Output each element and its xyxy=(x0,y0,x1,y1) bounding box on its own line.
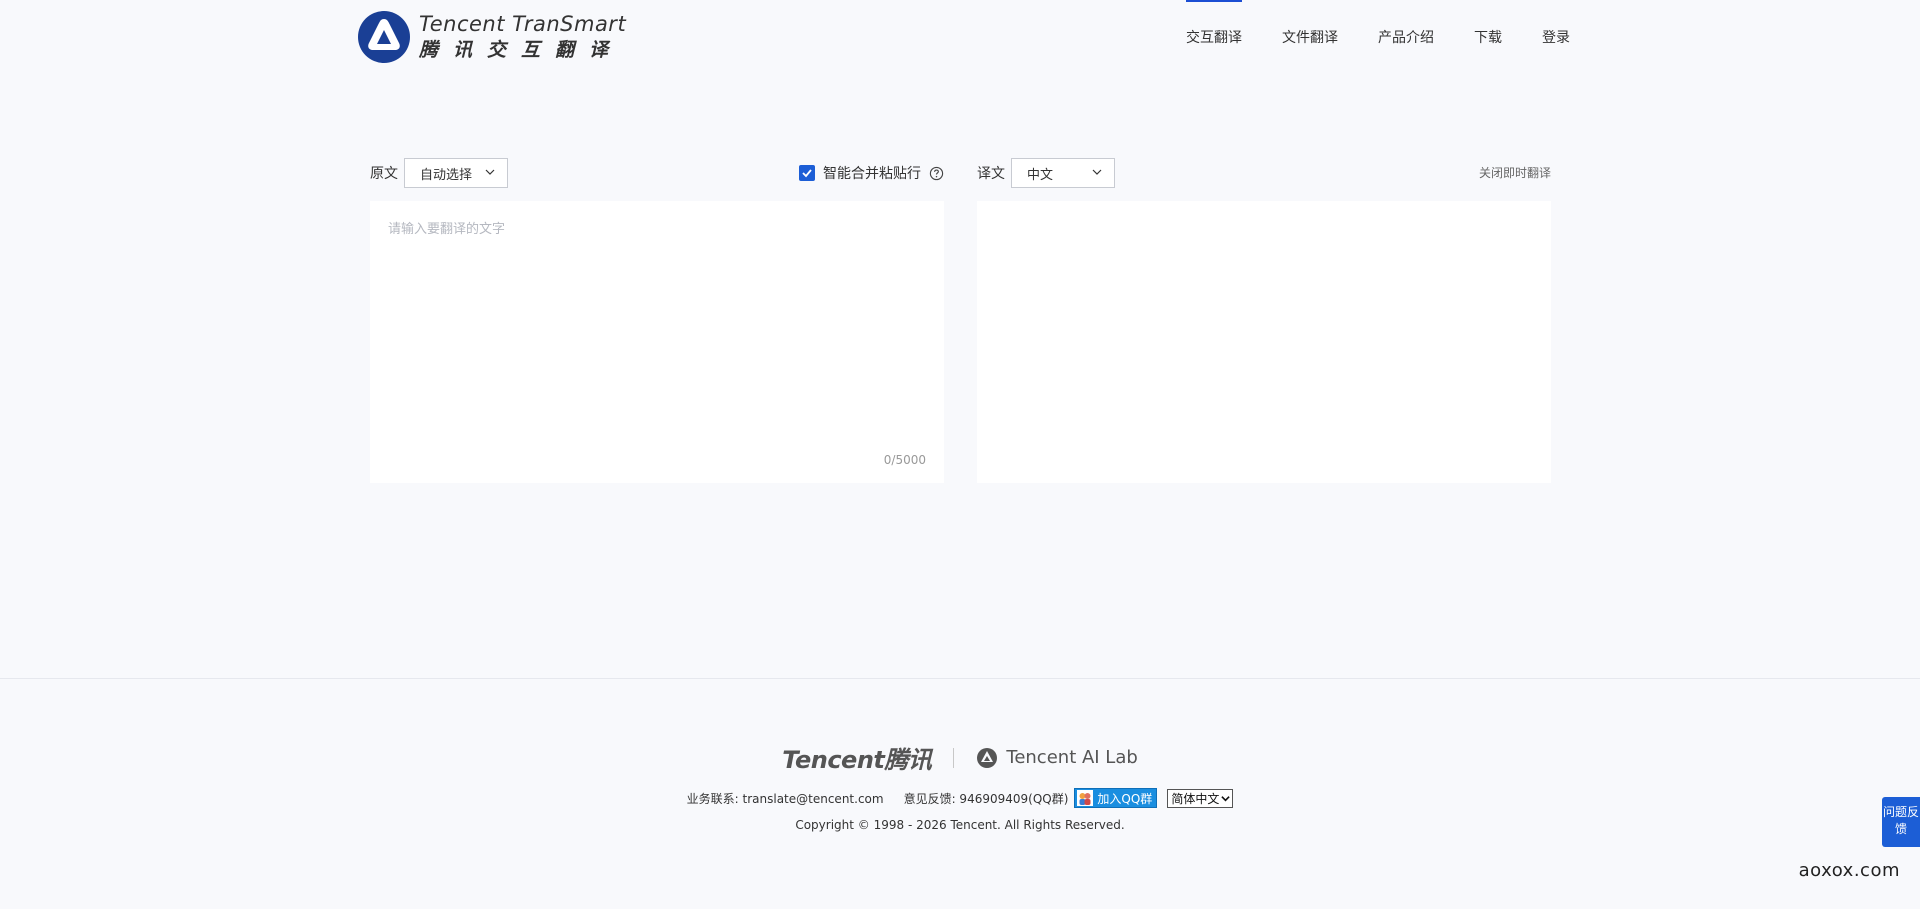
source-label: 原文 xyxy=(370,166,398,182)
nav-interactive-translation[interactable]: 交互翻译 xyxy=(1186,0,1242,76)
source-panel: 原文 自动选择 智能合并粘贴行 请输入要翻译的文字 0/5000 xyxy=(370,157,944,483)
source-toolbar: 原文 自动选择 智能合并粘贴行 xyxy=(370,157,944,189)
join-qq-group-label: 加入QQ群 xyxy=(1097,791,1153,806)
chevron-down-icon xyxy=(485,169,495,175)
copyright: Copyright © 1998 - 2026 Tencent. All Rig… xyxy=(795,818,1125,832)
merge-paste-checkbox[interactable] xyxy=(799,165,815,181)
source-textbox: 0/5000 xyxy=(370,201,944,483)
target-panel: 译文 中文 关闭即时翻译 xyxy=(977,157,1551,483)
footer-brands: Tencent腾讯 Tencent AI Lab xyxy=(0,740,1920,775)
logo[interactable]: Tencent TranSmart 腾讯交互翻译 xyxy=(357,10,626,64)
target-toolbar: 译文 中文 关闭即时翻译 xyxy=(977,157,1551,189)
footer-divider xyxy=(0,678,1920,679)
chevron-down-icon xyxy=(1092,169,1102,175)
logo-text: Tencent TranSmart 腾讯交互翻译 xyxy=(419,11,626,63)
feedback-qq: 意见反馈: 946909409(QQ群) xyxy=(903,791,1069,806)
site-language-select[interactable]: 简体中文 xyxy=(1167,788,1234,808)
qq-group-icon xyxy=(1077,790,1094,806)
target-label: 译文 xyxy=(977,166,1005,182)
tencent-ai-lab-logo: Tencent AI Lab xyxy=(976,747,1138,769)
merge-paste-label: 智能合并粘贴行 xyxy=(823,166,921,182)
transmart-logo-icon xyxy=(358,11,410,63)
ai-lab-icon xyxy=(977,747,998,768)
nav-file-translation[interactable]: 文件翻译 xyxy=(1282,0,1338,76)
ai-lab-text: Tencent AI Lab xyxy=(1006,747,1138,768)
logo-english: Tencent TranSmart xyxy=(419,12,627,36)
target-output xyxy=(977,201,1551,483)
help-icon[interactable] xyxy=(929,166,944,181)
brand-separator xyxy=(953,747,955,768)
nav-download[interactable]: 下载 xyxy=(1474,0,1502,76)
join-qq-group-button[interactable]: 加入QQ群 xyxy=(1074,788,1158,808)
merge-paste-option: 智能合并粘贴行 xyxy=(799,157,944,189)
source-language-select[interactable]: 自动选择 xyxy=(404,158,508,188)
site-language-value: 简体中文 xyxy=(1171,791,1220,806)
problem-feedback-button[interactable]: 问题反馈 xyxy=(1882,797,1920,847)
chevron-down-icon xyxy=(1221,795,1231,801)
checkmark-icon xyxy=(802,169,812,178)
watermark: aoxox.com xyxy=(1798,860,1900,881)
top-nav: 交互翻译 文件翻译 产品介绍 下载 登录 xyxy=(1146,0,1570,76)
business-contact: 业务联系: translate@tencent.com xyxy=(686,791,884,806)
nav-login[interactable]: 登录 xyxy=(1542,0,1570,76)
target-language-value: 中文 xyxy=(1027,167,1054,183)
footer-contact: 业务联系: translate@tencent.com 意见反馈: 946909… xyxy=(0,788,1920,808)
source-language-value: 自动选择 xyxy=(420,167,473,183)
char-counter: 0/5000 xyxy=(883,453,926,467)
source-input[interactable] xyxy=(370,201,944,483)
target-language-select[interactable]: 中文 xyxy=(1011,158,1115,188)
close-instant-translation-link[interactable]: 关闭即时翻译 xyxy=(1479,157,1551,189)
header: Tencent TranSmart 腾讯交互翻译 交互翻译 文件翻译 产品介绍 … xyxy=(0,0,1920,76)
tencent-logo: Tencent腾讯 xyxy=(782,746,932,774)
page: Tencent TranSmart 腾讯交互翻译 交互翻译 文件翻译 产品介绍 … xyxy=(0,0,1920,909)
nav-product-intro[interactable]: 产品介绍 xyxy=(1378,0,1434,76)
logo-chinese: 腾讯交互翻译 xyxy=(419,39,624,61)
